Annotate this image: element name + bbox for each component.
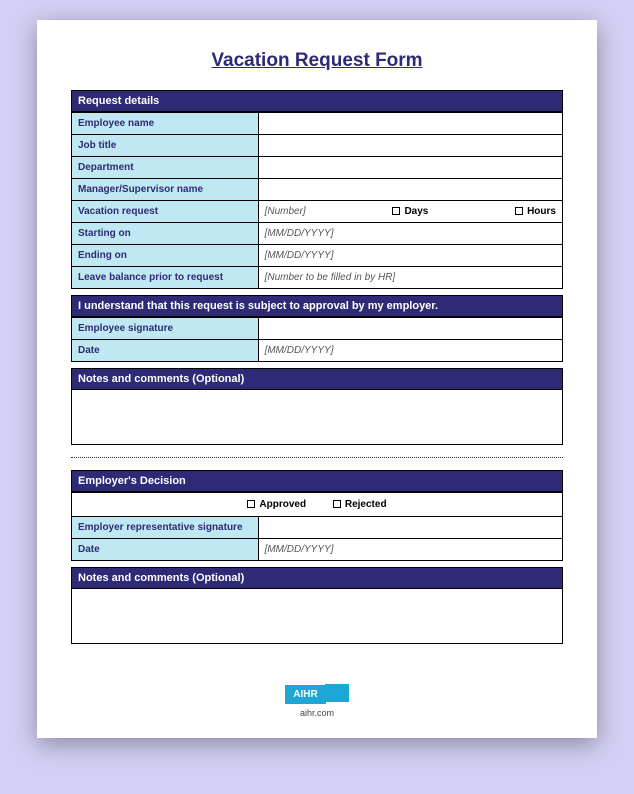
employee-signature-label: Employee signature	[72, 318, 259, 340]
table-row: Leave balance prior to request [Number t…	[72, 267, 563, 289]
manager-label: Manager/Supervisor name	[72, 179, 259, 201]
logo-tag	[325, 684, 349, 702]
table-row: Employer representative signature	[72, 517, 563, 539]
notes1-field[interactable]	[71, 390, 563, 445]
acknowledgement-header: I understand that this request is subjec…	[71, 295, 563, 317]
footer: AIHR aihr.com	[71, 684, 563, 718]
notes2-field[interactable]	[71, 589, 563, 644]
department-field[interactable]	[258, 157, 562, 179]
decision-table: Approved Rejected Employer representativ…	[71, 492, 563, 561]
manager-field[interactable]	[258, 179, 562, 201]
table-row: Date [MM/DD/YYYY]	[72, 539, 563, 561]
ack-date-label: Date	[72, 340, 259, 362]
starting-label: Starting on	[72, 223, 259, 245]
decision-date-field[interactable]: [MM/DD/YYYY]	[258, 539, 562, 561]
decision-options: Approved Rejected	[72, 493, 563, 517]
aihr-logo: AIHR	[285, 685, 325, 704]
employee-name-field[interactable]	[258, 113, 562, 135]
hours-label: Hours	[527, 206, 556, 217]
divider	[71, 457, 563, 458]
rejected-label: Rejected	[345, 499, 387, 510]
number-placeholder: [Number]	[265, 206, 306, 217]
table-row: Starting on [MM/DD/YYYY]	[72, 223, 563, 245]
job-title-label: Job title	[72, 135, 259, 157]
job-title-field[interactable]	[258, 135, 562, 157]
request-details-table: Employee name Job title Department Manag…	[71, 112, 563, 289]
hours-checkbox[interactable]	[515, 207, 523, 215]
table-row: Job title	[72, 135, 563, 157]
rejected-checkbox[interactable]	[333, 500, 341, 508]
rep-signature-field[interactable]	[258, 517, 562, 539]
balance-label: Leave balance prior to request	[72, 267, 259, 289]
table-row: Vacation request [Number] Days Hours	[72, 201, 563, 223]
site-url: aihr.com	[71, 708, 563, 718]
ending-field[interactable]: [MM/DD/YYYY]	[258, 245, 562, 267]
balance-field[interactable]: [Number to be filled in by HR]	[258, 267, 562, 289]
days-checkbox[interactable]	[392, 207, 400, 215]
table-row: Department	[72, 157, 563, 179]
decision-date-label: Date	[72, 539, 259, 561]
decision-header: Employer's Decision	[71, 470, 563, 492]
vacation-request-field[interactable]: [Number] Days Hours	[258, 201, 562, 223]
table-row: Employee name	[72, 113, 563, 135]
department-label: Department	[72, 157, 259, 179]
notes1-header: Notes and comments (Optional)	[71, 368, 563, 390]
form-page: Vacation Request Form Request details Em…	[37, 20, 597, 738]
starting-field[interactable]: [MM/DD/YYYY]	[258, 223, 562, 245]
employee-signature-field[interactable]	[258, 318, 562, 340]
ack-date-field[interactable]: [MM/DD/YYYY]	[258, 340, 562, 362]
vacation-request-label: Vacation request	[72, 201, 259, 223]
table-row: Date [MM/DD/YYYY]	[72, 340, 563, 362]
notes2-header: Notes and comments (Optional)	[71, 567, 563, 589]
request-details-header: Request details	[71, 90, 563, 112]
approved-label: Approved	[259, 499, 306, 510]
table-row: Ending on [MM/DD/YYYY]	[72, 245, 563, 267]
employee-name-label: Employee name	[72, 113, 259, 135]
ending-label: Ending on	[72, 245, 259, 267]
rep-signature-label: Employer representative signature	[72, 517, 259, 539]
acknowledgement-table: Employee signature Date [MM/DD/YYYY]	[71, 317, 563, 362]
table-row: Approved Rejected	[72, 493, 563, 517]
days-label: Days	[404, 206, 428, 217]
page-title: Vacation Request Form	[71, 50, 563, 72]
table-row: Employee signature	[72, 318, 563, 340]
table-row: Manager/Supervisor name	[72, 179, 563, 201]
approved-checkbox[interactable]	[247, 500, 255, 508]
